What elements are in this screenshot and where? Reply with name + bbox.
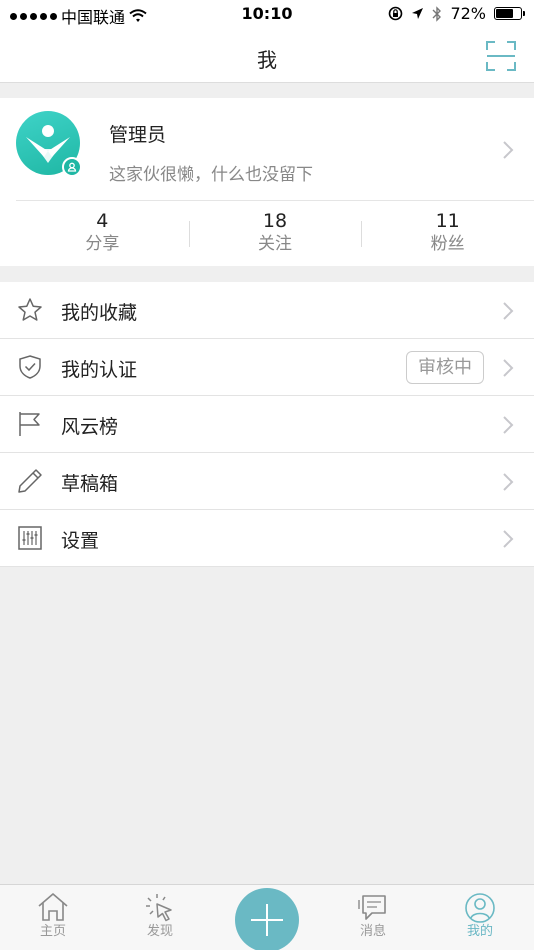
chevron-right-icon (503, 359, 514, 377)
page-title: 我 (257, 48, 277, 72)
avatar[interactable] (16, 111, 82, 177)
tab-home[interactable]: 主页 (8, 885, 98, 940)
menu-item-drafts[interactable]: 草稿箱 (0, 453, 534, 510)
tab-bar: 主页 发现 消息 我的 (0, 884, 534, 950)
wifi-icon (129, 9, 147, 22)
plus-icon[interactable] (235, 888, 299, 950)
stat-value: 11 (435, 210, 460, 232)
tab-label: 发现 (146, 924, 173, 939)
chevron-right-icon (503, 530, 514, 548)
menu-item-label: 风云榜 (61, 416, 119, 438)
stat-followers[interactable]: 11 粉丝 (361, 201, 534, 264)
menu-item-label: 我的收藏 (61, 302, 138, 324)
chevron-right-icon (503, 416, 514, 434)
tab-me[interactable]: 我的 (435, 885, 525, 940)
profile-card[interactable]: 管理员 这家伙很懒，什么也没留下 4 分享 18 关注 11 粉丝 (0, 98, 534, 266)
menu-item-settings[interactable]: 设置 (0, 510, 534, 567)
stat-value: 4 (96, 210, 109, 232)
chevron-right-icon (503, 473, 514, 491)
menu-item-label: 设置 (61, 530, 100, 552)
profile-stats: 4 分享 18 关注 11 粉丝 (16, 200, 534, 264)
chevron-right-icon (503, 141, 514, 159)
signal-dots-icon (10, 12, 57, 20)
menu-item-favorites[interactable]: 我的收藏 (0, 282, 534, 339)
menu-item-label: 我的认证 (61, 359, 138, 381)
stat-label: 粉丝 (430, 234, 465, 254)
bluetooth-icon (432, 5, 442, 22)
cursor-click-icon (146, 894, 172, 922)
tab-label: 我的 (466, 924, 493, 939)
scan-icon[interactable] (486, 41, 516, 71)
menu-list: 我的收藏 我的认证 审核中 风云榜 草稿箱 设置 (0, 282, 534, 567)
shield-check-icon (19, 355, 41, 379)
stat-shares[interactable]: 4 分享 (16, 201, 189, 264)
menu-item-ranking[interactable]: 风云榜 (0, 396, 534, 453)
menu-item-certification[interactable]: 我的认证 审核中 (0, 339, 534, 396)
home-icon (38, 893, 68, 921)
tab-label: 主页 (39, 924, 66, 939)
stat-label: 分享 (85, 234, 120, 254)
status-right: 72% (388, 4, 525, 23)
pencil-icon (18, 469, 42, 493)
location-arrow-icon (412, 8, 424, 19)
status-badge: 审核中 (406, 351, 484, 384)
profile-name: 管理员 (109, 124, 167, 146)
orientation-lock-icon (389, 6, 403, 21)
profile-signature: 这家伙很懒，什么也没留下 (109, 165, 313, 185)
flag-icon (19, 412, 40, 436)
nav-bar: 我 (0, 28, 534, 83)
verified-badge-icon (62, 157, 82, 177)
tab-label: 消息 (359, 924, 386, 939)
star-icon (18, 298, 42, 321)
tab-messages[interactable]: 消息 (328, 885, 418, 940)
carrier-label: 中国联通 (61, 8, 126, 27)
tab-discover[interactable]: 发现 (115, 885, 205, 940)
chat-icon (358, 895, 386, 920)
stat-following[interactable]: 18 关注 (188, 201, 362, 264)
status-bar: 中国联通 10:10 72% (0, 0, 534, 28)
user-circle-icon (465, 893, 495, 923)
battery-percent: 72% (450, 4, 486, 23)
stat-value: 18 (262, 210, 288, 232)
chevron-right-icon (503, 302, 514, 320)
stat-label: 关注 (258, 234, 292, 254)
status-left: 中国联通 (10, 4, 147, 28)
menu-item-label: 草稿箱 (61, 473, 119, 495)
sliders-icon (18, 526, 42, 550)
battery-icon (494, 7, 525, 20)
